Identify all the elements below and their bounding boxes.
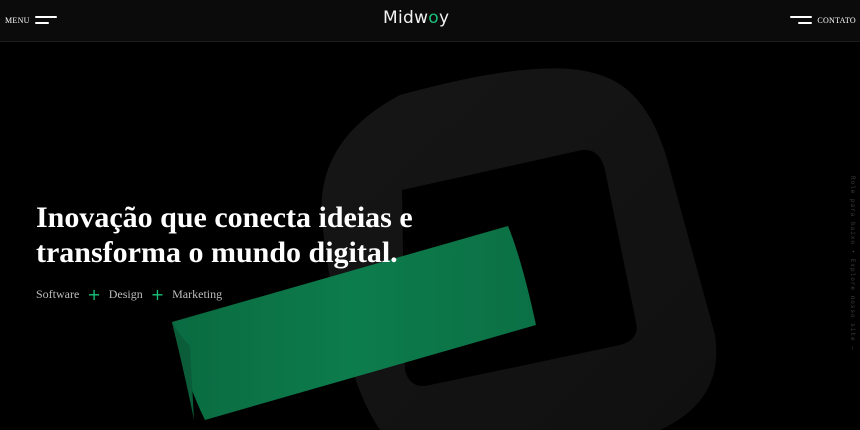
logo-text-accent: o (428, 8, 439, 28)
scroll-hint: Role para baixo • Explore nosso site — (849, 176, 856, 351)
hero-title-line-2: transforma o mundo digital. (36, 236, 398, 269)
page: MENU Midw o y CONTATO Inovação que conecta… (0, 0, 860, 430)
contact-button[interactable]: CONTATO (788, 12, 856, 28)
menu-label: MENU (5, 15, 30, 25)
tag-marketing: Marketing (172, 287, 223, 301)
plus-icon: + (150, 284, 165, 304)
top-header: MENU Midw o y CONTATO (0, 0, 860, 42)
logo-text-prefix: Midw (383, 8, 429, 28)
service-tags: Software + Design + Marketing (36, 284, 223, 304)
plus-icon: + (87, 284, 101, 304)
hamburger-icon (788, 15, 813, 25)
contact-label: CONTATO (817, 15, 856, 25)
logo-text-suffix: y (439, 8, 450, 28)
tag-software: Software (36, 287, 80, 301)
menu-button[interactable]: MENU (5, 12, 59, 28)
hamburger-icon (34, 15, 59, 25)
hero-title: Inovação que conecta ideias e transforma… (36, 200, 476, 270)
hero-title-line-1: Inovação que conecta ideias e (36, 201, 413, 234)
logo[interactable]: Midw o y (383, 8, 449, 28)
tag-design: Design (108, 287, 143, 301)
